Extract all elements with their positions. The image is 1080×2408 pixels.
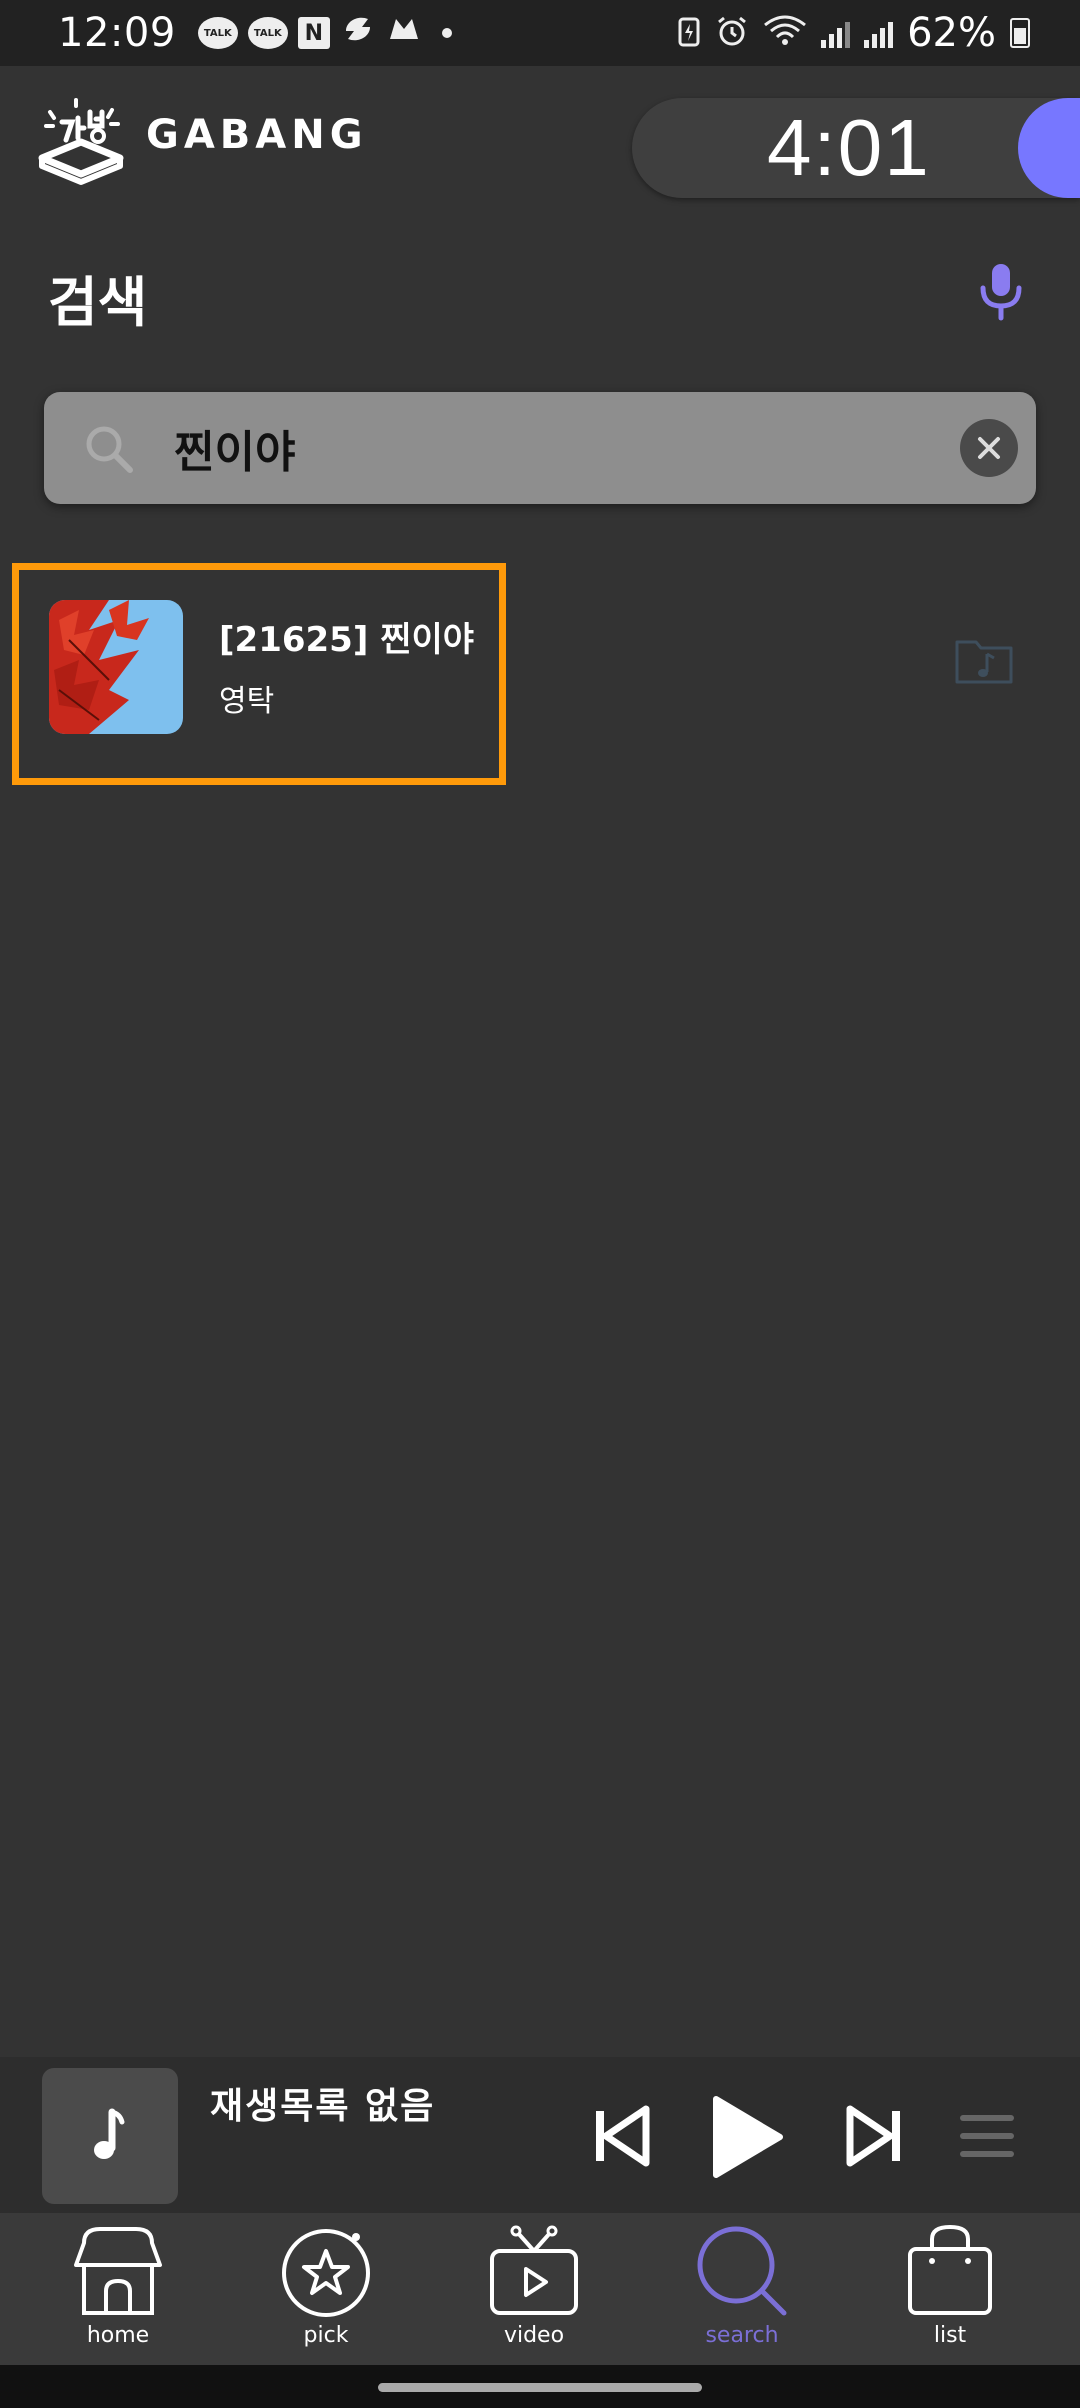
microphone-icon[interactable] — [978, 262, 1024, 322]
bottom-navigation: home pick video search list — [0, 2213, 1080, 2365]
battery-saver-icon — [677, 15, 701, 51]
gabang-logo-icon — [38, 98, 124, 185]
more-notifications-dot — [441, 28, 452, 38]
battery-percent: 62% — [907, 10, 996, 56]
page-title: 검색 — [48, 271, 148, 334]
nav-home[interactable]: home — [14, 2213, 222, 2365]
timer-accent-tab — [1018, 98, 1080, 198]
notification-icons: TALK TALK N — [197, 13, 452, 53]
reservation-timer[interactable]: 4:01 — [632, 98, 1080, 198]
nav-list[interactable]: list — [846, 2213, 1054, 2365]
nav-search[interactable]: search — [638, 2213, 846, 2365]
search-result-item[interactable]: [21625] 찐이야 영탁 — [12, 563, 506, 785]
add-to-folder-icon[interactable] — [954, 636, 1014, 686]
kakaotalk-icon: TALK — [197, 17, 238, 49]
tv-icon — [490, 2225, 578, 2315]
album-thumbnail — [49, 600, 183, 734]
nav-home-label: home — [86, 2323, 150, 2348]
app-header: GABANG 4:01 — [0, 66, 1080, 216]
mini-player: 재생목록 없음 — [0, 2057, 1080, 2213]
nav-video-label: video — [503, 2323, 565, 2348]
home-indicator[interactable] — [378, 2383, 702, 2392]
status-time: 12:09 — [58, 10, 176, 56]
status-bar: 12:09 TALK TALK N 62% — [0, 0, 1080, 66]
house-icon — [74, 2227, 162, 2315]
clear-search-button[interactable] — [960, 419, 1018, 477]
alarm-icon — [715, 14, 749, 52]
search-icon — [86, 426, 133, 473]
kakaotalk-icon-2: TALK — [247, 17, 288, 49]
system-icons: 62% — [677, 10, 1030, 56]
bag-icon — [908, 2224, 992, 2315]
playlist-menu-button[interactable] — [958, 2113, 1016, 2159]
nav-pick[interactable]: pick — [222, 2213, 430, 2365]
close-icon — [978, 437, 1000, 459]
nav-pick-label: pick — [303, 2323, 349, 2348]
star-icon — [282, 2229, 370, 2317]
timer-text: 4:01 — [767, 103, 931, 192]
signal-icon — [864, 18, 894, 48]
wifi-icon — [763, 15, 807, 51]
screen: 12:09 TALK TALK N 62% GABANG 4:01 검색 찐이야… — [0, 0, 1080, 2408]
music-note-icon — [94, 2108, 125, 2159]
result-artist: 영탁 — [219, 684, 275, 719]
player-artwork[interactable] — [42, 2068, 178, 2204]
play-button[interactable] — [710, 2093, 786, 2181]
next-track-button[interactable] — [846, 2105, 904, 2167]
game-notification-icon — [386, 13, 422, 53]
result-title: [21625] 찐이야 — [219, 620, 475, 660]
brand-name: GABANG — [146, 112, 368, 158]
nav-search-label: search — [705, 2323, 779, 2348]
search-bar — [44, 392, 1036, 504]
nav-list-label: list — [933, 2323, 967, 2348]
search-input[interactable] — [174, 410, 954, 486]
signal-roaming-icon — [821, 18, 851, 48]
previous-track-button[interactable] — [592, 2105, 650, 2167]
search-icon — [697, 2226, 787, 2316]
nav-video[interactable]: video — [430, 2213, 638, 2365]
battery-icon — [1010, 18, 1030, 48]
naver-icon: N — [297, 17, 330, 49]
player-status: 재생목록 없음 — [210, 2086, 436, 2127]
app-notification-icon — [340, 13, 376, 53]
